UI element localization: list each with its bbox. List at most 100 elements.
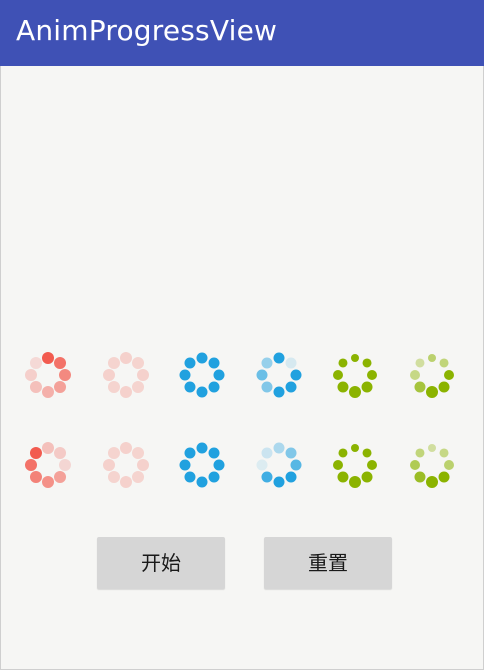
green-spinner-3-dot-7	[333, 460, 343, 470]
red-spinner-1-svg	[25, 352, 71, 398]
red-spinner-2-dot-7	[103, 369, 115, 381]
red-spinner-4-dot-8	[107, 446, 120, 459]
blue-spinner-3-dot-3	[213, 459, 225, 471]
blue-spinner-1-svg	[179, 352, 225, 398]
red-spinner-2-dot-4	[132, 381, 145, 394]
blue-spinner-3-dot-7	[179, 459, 191, 471]
red-spinner-3-dot-5	[42, 476, 54, 488]
green-spinner-3-dot-6	[337, 471, 349, 483]
blue-spinner-4-dot-1	[273, 442, 285, 454]
blue-spinner-2	[251, 347, 307, 403]
green-spinner-2-svg	[410, 354, 454, 398]
blue-spinner-4	[251, 437, 307, 493]
green-spinner-3-dot-1	[351, 444, 359, 452]
red-spinner-1-dot-3	[59, 369, 71, 381]
green-spinner-1-dot-5	[349, 386, 361, 398]
red-spinner-3-dot-4	[54, 471, 67, 484]
green-spinner-4-dot-4	[438, 471, 450, 483]
blue-spinner-3-dot-6	[184, 471, 196, 483]
green-spinner-2	[404, 347, 460, 403]
green-spinner-3-dot-4	[361, 471, 373, 483]
blue-spinner-4-dot-7	[256, 459, 268, 471]
red-spinner-3-dot-7	[25, 459, 37, 471]
app-bar: AnimProgressView	[0, 0, 484, 66]
green-spinner-4-dot-7	[410, 460, 420, 470]
green-spinner-2-dot-6	[414, 381, 426, 393]
blue-spinner-3	[174, 437, 230, 493]
red-spinner-2-dot-3	[137, 369, 149, 381]
blue-spinner-4-dot-4	[285, 471, 297, 483]
green-spinner-2-dot-8	[415, 358, 425, 368]
green-spinner-2-dot-7	[410, 370, 420, 380]
blue-spinner-4-svg	[256, 442, 302, 488]
red-spinner-4-svg	[103, 442, 149, 488]
blue-spinner-3-dot-5	[196, 476, 208, 488]
red-spinner-4-dot-4	[132, 471, 145, 484]
green-spinner-1-dot-7	[333, 370, 343, 380]
red-spinner-1-dot-4	[54, 381, 67, 394]
red-spinner-3-svg	[25, 442, 71, 488]
blue-spinner-1-dot-8	[184, 357, 196, 369]
red-spinner-4	[98, 437, 154, 493]
green-spinner-4-dot-2	[439, 448, 449, 458]
blue-spinner-2-dot-1	[273, 352, 285, 364]
red-spinner-4-dot-5	[120, 476, 132, 488]
red-spinner-1-dot-7	[25, 369, 37, 381]
app-title: AnimProgressView	[16, 14, 278, 47]
blue-spinner-2-dot-5	[273, 386, 285, 398]
green-spinner-4-dot-1	[428, 444, 436, 452]
green-spinner-4-dot-8	[415, 448, 425, 458]
start-button[interactable]: 开始	[97, 537, 225, 589]
green-spinner-2-dot-2	[439, 358, 449, 368]
blue-spinner-3-dot-2	[208, 447, 220, 459]
red-spinner-4-dot-2	[132, 446, 145, 459]
red-spinner-4-dot-6	[107, 471, 120, 484]
red-spinner-3-dot-6	[29, 471, 42, 484]
green-spinner-2-dot-5	[426, 386, 438, 398]
blue-spinner-1-dot-6	[184, 381, 196, 393]
blue-spinner-2-dot-6	[261, 381, 273, 393]
green-spinner-3-dot-3	[367, 460, 377, 470]
green-spinner-1-dot-8	[338, 358, 348, 368]
blue-spinner-2-dot-3	[290, 369, 302, 381]
blue-spinner-4-dot-3	[290, 459, 302, 471]
reset-button[interactable]: 重置	[264, 537, 392, 589]
green-spinner-1-dot-3	[367, 370, 377, 380]
blue-spinner-2-dot-8	[261, 357, 273, 369]
blue-spinner-4-dot-6	[261, 471, 273, 483]
red-spinner-1-dot-2	[54, 356, 67, 369]
blue-spinner-1-dot-7	[179, 369, 191, 381]
blue-spinner-2-svg	[256, 352, 302, 398]
blue-spinner-2-dot-2	[285, 357, 297, 369]
green-spinner-3-dot-5	[349, 476, 361, 488]
green-spinner-2-dot-3	[444, 370, 454, 380]
green-spinner-2-dot-4	[438, 381, 450, 393]
blue-spinner-1-dot-4	[208, 381, 220, 393]
red-spinner-2-dot-5	[120, 386, 132, 398]
red-spinner-3-dot-1	[42, 442, 54, 454]
blue-spinner-3-dot-8	[184, 447, 196, 459]
blue-spinner-3-dot-4	[208, 471, 220, 483]
red-spinner-1-dot-8	[29, 356, 42, 369]
green-spinner-4-dot-5	[426, 476, 438, 488]
blue-spinner-3-dot-1	[196, 442, 208, 454]
green-spinner-4	[404, 437, 460, 493]
red-spinner-1	[20, 347, 76, 403]
green-spinner-2-dot-1	[428, 354, 436, 362]
green-spinner-1	[327, 347, 383, 403]
blue-spinner-1-dot-3	[213, 369, 225, 381]
blue-spinner-2-dot-7	[256, 369, 268, 381]
green-spinner-1-dot-4	[361, 381, 373, 393]
blue-spinner-1-dot-1	[196, 352, 208, 364]
red-spinner-4-dot-3	[137, 459, 149, 471]
blue-spinner-1	[174, 347, 230, 403]
green-spinner-1-dot-1	[351, 354, 359, 362]
blue-spinner-1-dot-2	[208, 357, 220, 369]
green-spinner-1-svg	[333, 354, 377, 398]
red-spinner-2-dot-1	[120, 352, 132, 364]
blue-spinner-4-dot-2	[285, 447, 297, 459]
green-spinner-1-dot-6	[337, 381, 349, 393]
red-spinner-1-dot-6	[29, 381, 42, 394]
red-spinner-1-dot-1	[42, 352, 54, 364]
green-spinner-4-svg	[410, 444, 454, 488]
